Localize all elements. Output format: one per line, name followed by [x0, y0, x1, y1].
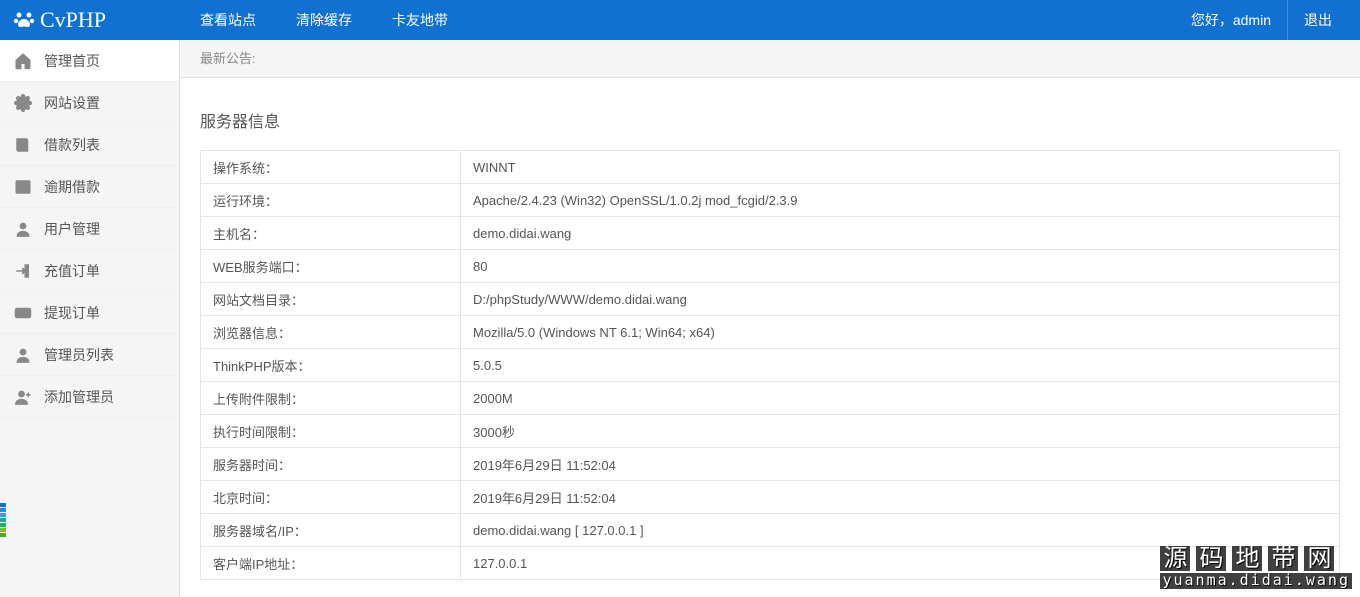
table-row: 浏览器信息：Mozilla/5.0 (Windows NT 6.1; Win64…: [201, 316, 1340, 349]
notice-bar: 最新公告:: [180, 40, 1360, 78]
info-value: 2000M: [461, 382, 1340, 415]
table-row: 服务器时间：2019年6月29日 11:52:04: [201, 448, 1340, 481]
table-row: WEB服务端口：80: [201, 250, 1340, 283]
sidebar-item-8[interactable]: 添加管理员: [0, 376, 179, 418]
info-value: 5.0.5: [461, 349, 1340, 382]
sidebar-item-label: 提现订单: [44, 303, 100, 323]
sidebar-item-2[interactable]: 借款列表: [0, 124, 179, 166]
sidebar-item-label: 逾期借款: [44, 177, 100, 197]
info-value: 127.0.0.1: [461, 547, 1340, 580]
book-icon: [14, 136, 32, 154]
sidebar-item-label: 用户管理: [44, 219, 100, 239]
header-bar: CvPHP 查看站点 清除缓存 卡友地带 您好，admin 退出: [0, 0, 1360, 40]
table-row: 上传附件限制：2000M: [201, 382, 1340, 415]
sidebar-item-label: 充值订单: [44, 261, 100, 281]
info-label: 客户端IP地址：: [201, 547, 461, 580]
top-menu: 查看站点 清除缓存 卡友地带: [180, 0, 1175, 40]
sidebar-item-label: 管理员列表: [44, 345, 114, 365]
info-label: 主机名：: [201, 217, 461, 250]
info-value: 2019年6月29日 11:52:04: [461, 481, 1340, 514]
info-value: WINNT: [461, 151, 1340, 184]
info-value: demo.didai.wang: [461, 217, 1340, 250]
info-label: 运行环境：: [201, 184, 461, 217]
user-icon: [14, 346, 32, 364]
sidebar-item-4[interactable]: 用户管理: [0, 208, 179, 250]
logout-button[interactable]: 退出: [1287, 0, 1348, 40]
brand-text: CvPHP: [40, 7, 106, 33]
section-title: 服务器信息: [200, 94, 1340, 150]
info-label: 网站文档目录：: [201, 283, 461, 316]
paw-icon: [12, 8, 36, 32]
sidebar-item-0[interactable]: 管理首页: [0, 40, 179, 82]
money-icon: [14, 304, 32, 322]
table-row: 执行时间限制：3000秒: [201, 415, 1340, 448]
table-row: 网站文档目录：D:/phpStudy/WWW/demo.didai.wang: [201, 283, 1340, 316]
decorative-edge-bars: [0, 503, 6, 537]
top-menu-clear-cache[interactable]: 清除缓存: [276, 0, 372, 40]
sidebar-item-3[interactable]: 逾期借款: [0, 166, 179, 208]
sidebar-item-1[interactable]: 网站设置: [0, 82, 179, 124]
sidebar-item-label: 网站设置: [44, 93, 100, 113]
home-icon: [14, 52, 32, 70]
info-label: 北京时间：: [201, 481, 461, 514]
sidebar-item-6[interactable]: 提现订单: [0, 292, 179, 334]
info-label: WEB服务端口：: [201, 250, 461, 283]
user-icon: [14, 220, 32, 238]
sidebar-item-5[interactable]: 充值订单: [0, 250, 179, 292]
user-plus-icon: [14, 388, 32, 406]
sidebar-item-label: 借款列表: [44, 135, 100, 155]
top-menu-kayou[interactable]: 卡友地带: [372, 0, 468, 40]
info-value: D:/phpStudy/WWW/demo.didai.wang: [461, 283, 1340, 316]
info-value: Mozilla/5.0 (Windows NT 6.1; Win64; x64): [461, 316, 1340, 349]
info-label: 服务器时间：: [201, 448, 461, 481]
info-value: Apache/2.4.23 (Win32) OpenSSL/1.0.2j mod…: [461, 184, 1340, 217]
brand-logo[interactable]: CvPHP: [0, 7, 180, 33]
table-row: 客户端IP地址：127.0.0.1: [201, 547, 1340, 580]
sidebar-item-label: 管理首页: [44, 51, 100, 71]
header-right: 您好，admin 退出: [1175, 0, 1360, 40]
table-icon: [14, 178, 32, 196]
table-row: ThinkPHP版本：5.0.5: [201, 349, 1340, 382]
info-label: ThinkPHP版本：: [201, 349, 461, 382]
info-value: 3000秒: [461, 415, 1340, 448]
enter-icon: [14, 262, 32, 280]
greeting-text: 您好，admin: [1175, 0, 1287, 40]
info-label: 执行时间限制：: [201, 415, 461, 448]
sidebar-item-label: 添加管理员: [44, 387, 114, 407]
info-label: 操作系统：: [201, 151, 461, 184]
table-row: 北京时间：2019年6月29日 11:52:04: [201, 481, 1340, 514]
table-row: 运行环境：Apache/2.4.23 (Win32) OpenSSL/1.0.2…: [201, 184, 1340, 217]
table-row: 操作系统：WINNT: [201, 151, 1340, 184]
info-label: 浏览器信息：: [201, 316, 461, 349]
top-menu-view-site[interactable]: 查看站点: [180, 0, 276, 40]
info-label: 服务器域名/IP：: [201, 514, 461, 547]
info-value: 2019年6月29日 11:52:04: [461, 448, 1340, 481]
info-value: 80: [461, 250, 1340, 283]
main-content: 最新公告: 服务器信息 操作系统：WINNT运行环境：Apache/2.4.23…: [180, 40, 1360, 597]
info-value: demo.didai.wang [ 127.0.0.1 ]: [461, 514, 1340, 547]
server-info-table: 操作系统：WINNT运行环境：Apache/2.4.23 (Win32) Ope…: [200, 150, 1340, 580]
gear-icon: [14, 94, 32, 112]
sidebar-item-7[interactable]: 管理员列表: [0, 334, 179, 376]
table-row: 主机名：demo.didai.wang: [201, 217, 1340, 250]
table-row: 服务器域名/IP：demo.didai.wang [ 127.0.0.1 ]: [201, 514, 1340, 547]
info-label: 上传附件限制：: [201, 382, 461, 415]
sidebar: 管理首页网站设置借款列表逾期借款用户管理充值订单提现订单管理员列表添加管理员: [0, 40, 180, 597]
